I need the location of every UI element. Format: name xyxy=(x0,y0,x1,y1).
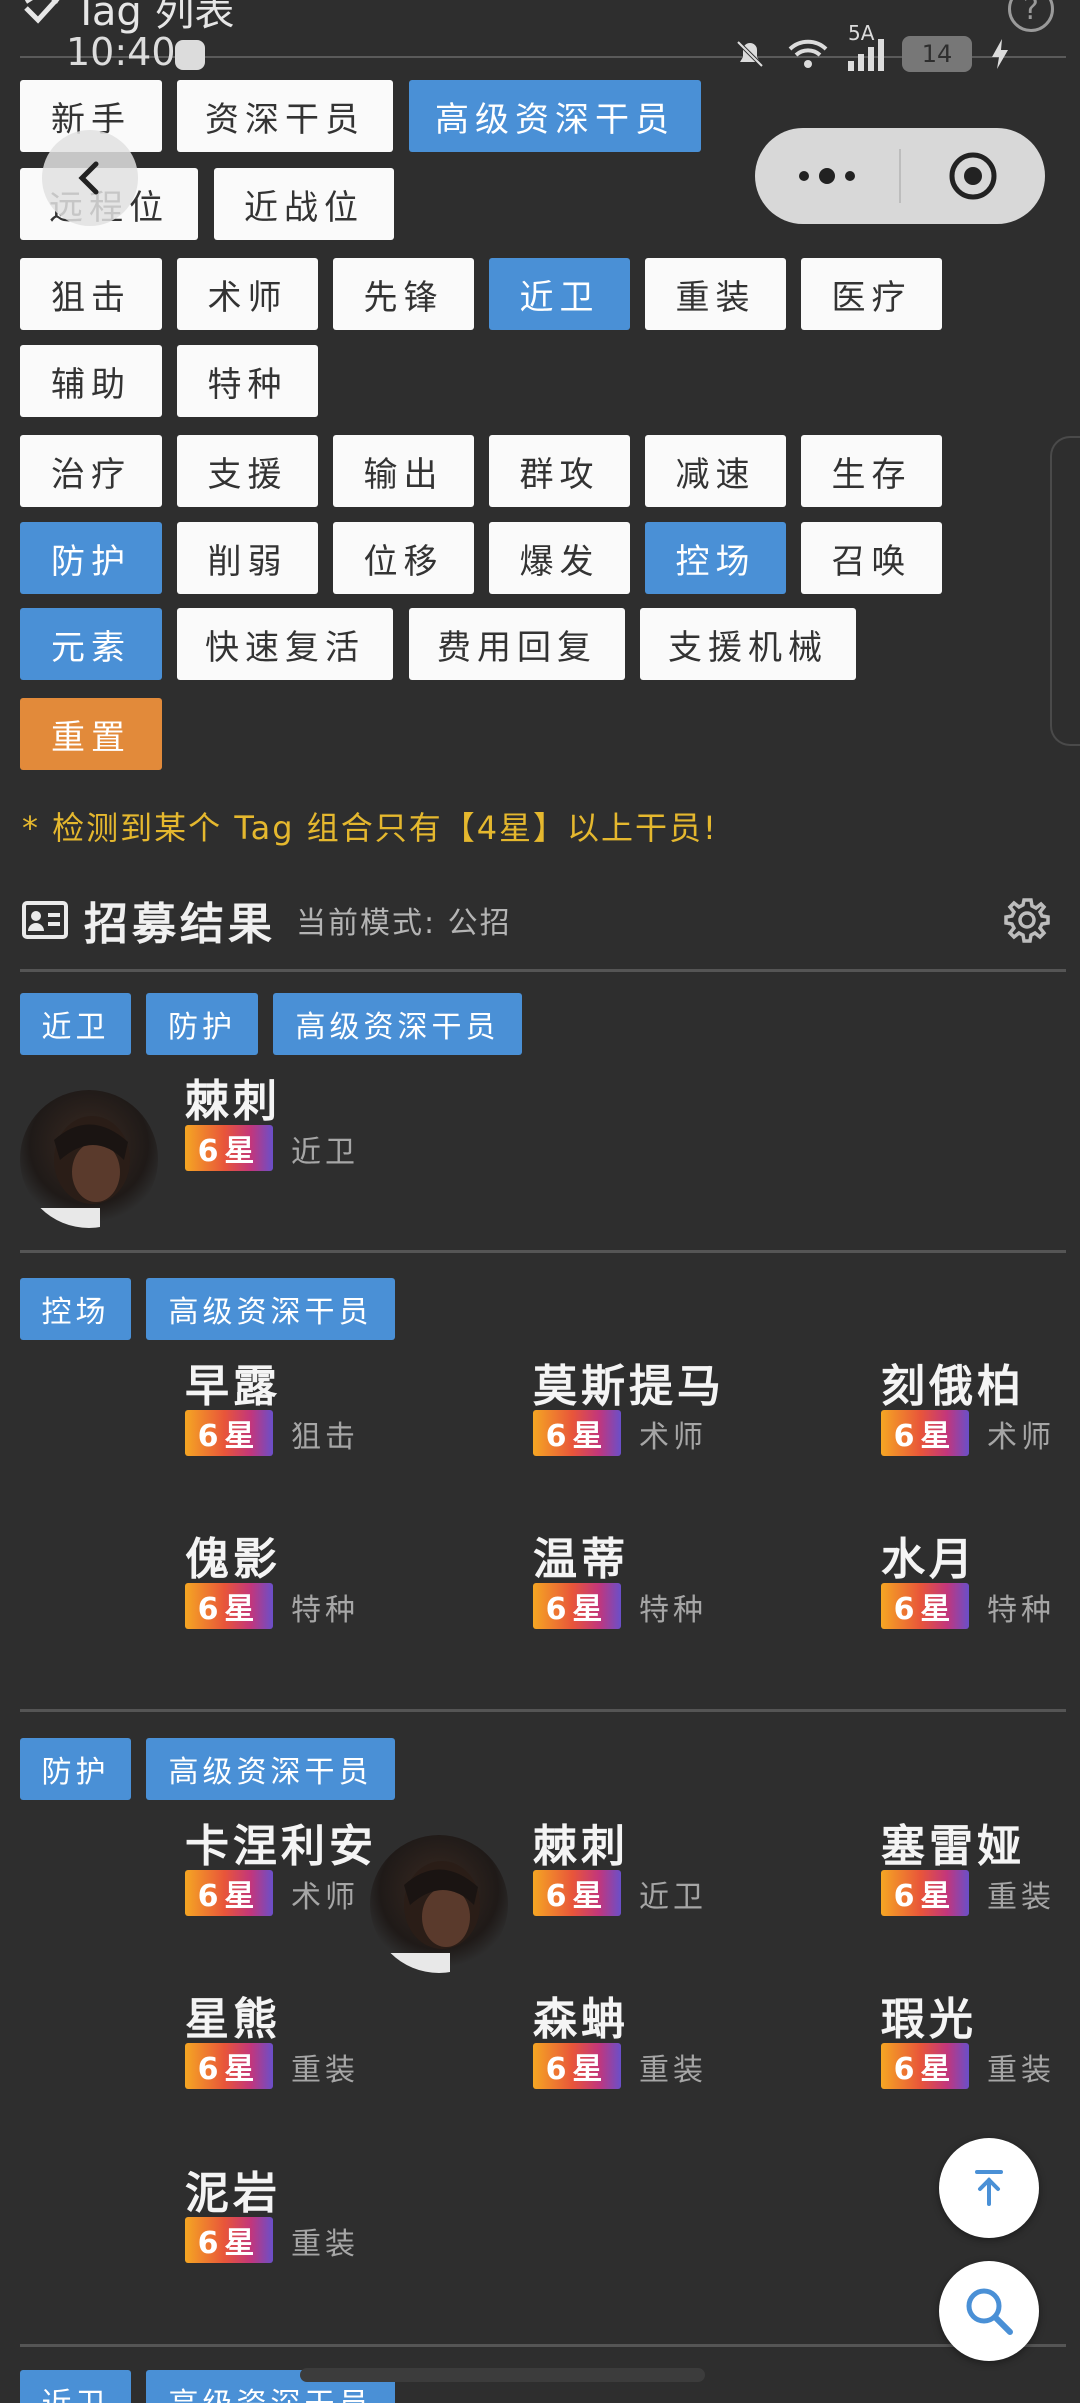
tag-特种[interactable]: 特种 xyxy=(177,345,318,417)
tag-群攻[interactable]: 群攻 xyxy=(489,435,630,507)
status-time: 10:40 xyxy=(66,30,176,74)
divider xyxy=(20,969,1066,972)
operator-avatar xyxy=(20,1090,158,1228)
star-badge: 6星 xyxy=(185,1125,273,1171)
status-icons: 5A 14 xyxy=(732,21,1010,74)
tag-快速复活[interactable]: 快速复活 xyxy=(177,608,393,680)
star-badge: 6星 xyxy=(185,2043,273,2089)
wifi-icon xyxy=(788,39,828,68)
close-target-icon[interactable] xyxy=(901,150,1045,202)
signal-icon: 5A xyxy=(848,21,884,71)
result-tag-控场: 控场 xyxy=(20,1278,131,1340)
divider xyxy=(20,1709,1066,1712)
tag-近战位[interactable]: 近战位 xyxy=(214,168,394,240)
star-badge: 6星 xyxy=(533,2043,621,2089)
result-tag-近卫: 近卫 xyxy=(20,993,131,1055)
side-drawer-handle[interactable] xyxy=(1050,436,1080,746)
mute-bell-icon xyxy=(736,40,764,68)
tag-狙击[interactable]: 狙击 xyxy=(20,258,162,330)
scroll-indicator xyxy=(300,2368,705,2382)
tag-输出[interactable]: 输出 xyxy=(333,435,474,507)
search-button[interactable] xyxy=(939,2261,1039,2361)
tag-高级资深干员[interactable]: 高级资深干员 xyxy=(409,80,701,152)
scroll-top-button[interactable] xyxy=(939,2138,1039,2238)
star-badge: 6星 xyxy=(881,1410,969,1456)
tag-削弱[interactable]: 削弱 xyxy=(177,522,318,594)
operator-card[interactable]: 莫斯提马 6星 术师 xyxy=(533,1350,873,1470)
gear-icon[interactable] xyxy=(1002,895,1052,945)
warning-text: * 检测到某个 Tag 组合只有【4星】以上干员! xyxy=(22,809,718,847)
operator-card[interactable]: 泥岩 6星 重装 xyxy=(185,2157,525,2277)
tag-支援机械[interactable]: 支援机械 xyxy=(640,608,856,680)
tag-控场[interactable]: 控场 xyxy=(645,522,786,594)
tag-近卫[interactable]: 近卫 xyxy=(489,258,630,330)
app-page: Tag 列表 ? 10:40 5A 14 新手 资深干员 高级资深干员 远程位 … xyxy=(0,0,1080,2403)
mini-program-capsule xyxy=(755,128,1045,224)
tag-治疗[interactable]: 治疗 xyxy=(20,435,162,507)
results-header: 招募结果 当前模式: 公招 xyxy=(22,890,512,950)
tag-费用回复[interactable]: 费用回复 xyxy=(409,608,625,680)
tag-生存[interactable]: 生存 xyxy=(801,435,942,507)
tag-辅助[interactable]: 辅助 xyxy=(20,345,162,417)
tag-召唤[interactable]: 召唤 xyxy=(801,522,942,594)
operator-card[interactable]: 刻俄柏 6星 术师 xyxy=(881,1350,1071,1470)
operator-card[interactable]: 星熊 6星 重装 xyxy=(185,1983,525,2103)
star-badge: 6星 xyxy=(533,1870,621,1916)
charging-icon xyxy=(992,39,1008,69)
id-card-icon xyxy=(22,901,68,939)
clipboard-icon xyxy=(175,40,205,70)
star-badge: 6星 xyxy=(881,1583,969,1629)
help-icon[interactable]: ? xyxy=(1008,0,1054,32)
result-tag-高级资深干员: 高级资深干员 xyxy=(273,993,522,1055)
star-badge: 6星 xyxy=(185,1583,273,1629)
tag-医疗[interactable]: 医疗 xyxy=(801,258,942,330)
result-tag-高级资深干员: 高级资深干员 xyxy=(146,1738,395,1800)
result-tag-近卫: 近卫 xyxy=(20,2370,131,2403)
divider xyxy=(20,1250,1066,1253)
back-button[interactable] xyxy=(42,130,138,226)
star-badge: 6星 xyxy=(185,2217,273,2263)
battery-indicator: 14 xyxy=(902,36,972,72)
tag-减速[interactable]: 减速 xyxy=(645,435,786,507)
result-tag-高级资深干员: 高级资深干员 xyxy=(146,1278,395,1340)
star-badge: 6星 xyxy=(881,2043,969,2089)
operator-card[interactable]: 傀影 6星 特种 xyxy=(185,1523,525,1643)
operator-card[interactable]: 瑕光 6星 重装 xyxy=(881,1983,1071,2103)
tag-资深干员[interactable]: 资深干员 xyxy=(177,80,393,152)
star-badge: 6星 xyxy=(533,1583,621,1629)
tag-支援[interactable]: 支援 xyxy=(177,435,318,507)
operator-card[interactable]: 早露 6星 狙击 xyxy=(185,1350,525,1470)
result-tag-防护: 防护 xyxy=(20,1738,131,1800)
tag-爆发[interactable]: 爆发 xyxy=(489,522,630,594)
tag-位移[interactable]: 位移 xyxy=(333,522,474,594)
tag-防护[interactable]: 防护 xyxy=(20,522,162,594)
operator-card[interactable]: 棘刺 6星 近卫 xyxy=(185,1065,525,1185)
divider xyxy=(20,2344,1066,2347)
more-icon[interactable] xyxy=(755,168,899,184)
result-tag-防护: 防护 xyxy=(146,993,258,1055)
tag-先锋[interactable]: 先锋 xyxy=(333,258,474,330)
operator-avatar xyxy=(370,1835,508,1973)
star-badge: 6星 xyxy=(185,1410,273,1456)
operator-card[interactable]: 温蒂 6星 特种 xyxy=(533,1523,873,1643)
star-badge: 6星 xyxy=(881,1870,969,1916)
search-icon xyxy=(966,2288,1013,2335)
operator-card[interactable]: 棘刺 6星 近卫 xyxy=(533,1810,873,1930)
operator-card[interactable]: 水月 6星 特种 xyxy=(881,1523,1071,1643)
star-badge: 6星 xyxy=(533,1410,621,1456)
tag-术师[interactable]: 术师 xyxy=(177,258,318,330)
tag-重装[interactable]: 重装 xyxy=(645,258,786,330)
operator-card[interactable]: 森蚺 6星 重装 xyxy=(533,1983,873,2103)
tag-元素[interactable]: 元素 xyxy=(20,608,162,680)
star-badge: 6星 xyxy=(185,1870,273,1916)
scroll-top-icon xyxy=(975,2170,1003,2206)
operator-card[interactable]: 塞雷娅 6星 重装 xyxy=(881,1810,1071,1930)
tag-check-icon xyxy=(24,0,60,24)
back-icon xyxy=(78,161,99,195)
reset-button[interactable]: 重置 xyxy=(20,698,162,770)
header-title: Tag 列表 xyxy=(22,0,234,35)
